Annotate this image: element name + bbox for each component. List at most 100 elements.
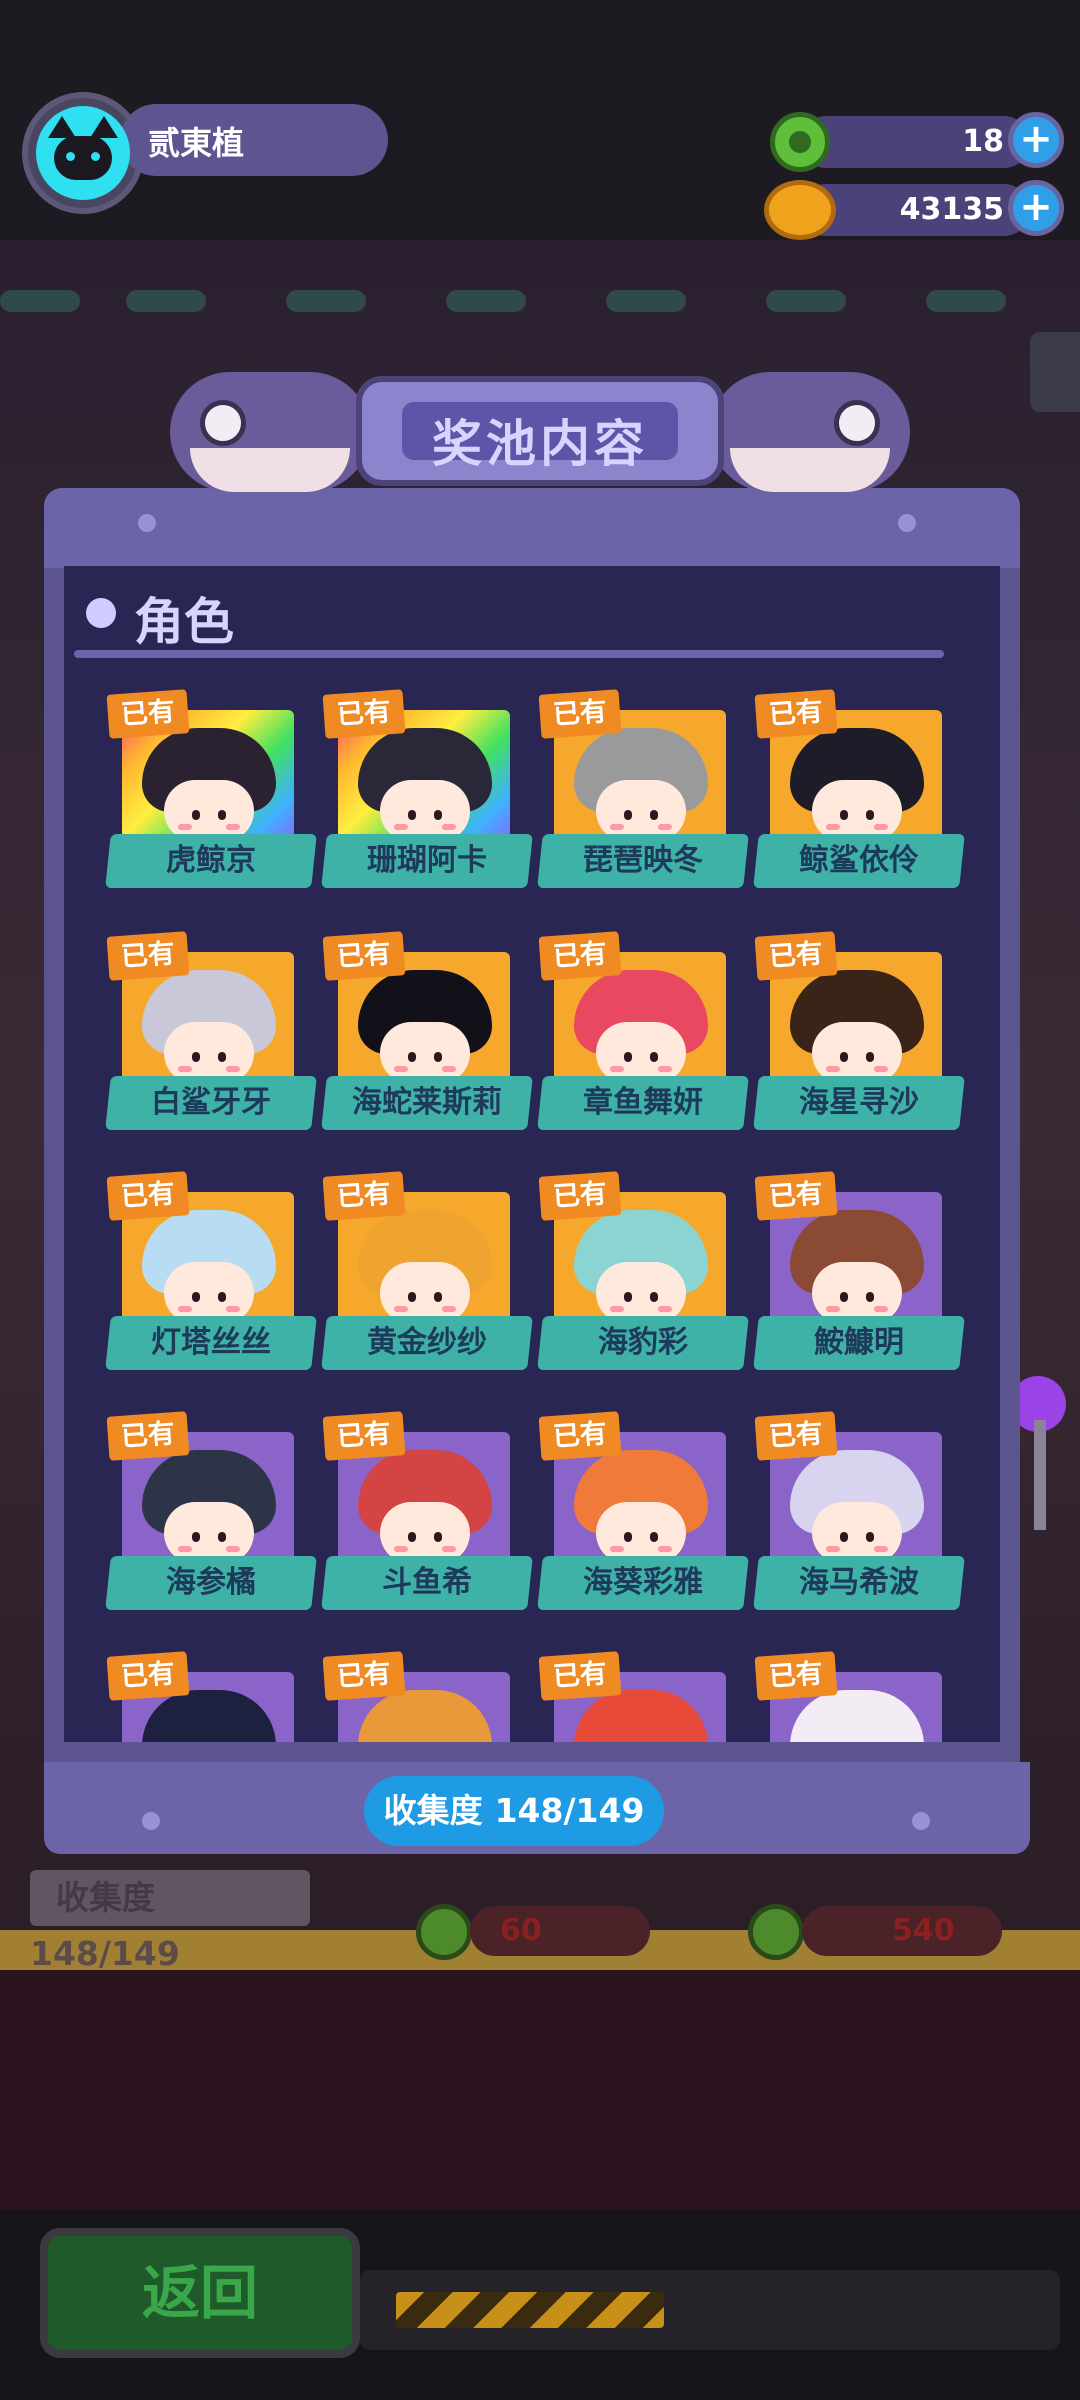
character-name-ribbon: 海葵彩雅 xyxy=(537,1556,749,1610)
character-name: 灯塔丝丝 xyxy=(151,1325,271,1360)
owned-badge: 已有 xyxy=(322,689,406,739)
character-card[interactable]: 已有珊瑚阿卡 xyxy=(321,689,533,904)
price-tag: 540 xyxy=(802,1906,1002,1956)
character-portrait xyxy=(790,1690,924,1742)
character-name: 虎鲸京 xyxy=(166,843,256,878)
character-portrait xyxy=(142,1210,276,1330)
lever-stick xyxy=(1034,1420,1046,1530)
rivet xyxy=(898,514,916,532)
character-card[interactable]: 已有鲸鲨依伶 xyxy=(753,689,965,904)
character-portrait xyxy=(574,1690,708,1742)
fish-decoration-right xyxy=(710,372,910,492)
character-name-ribbon: 鮟鱇明 xyxy=(753,1316,965,1370)
owned-badge: 已有 xyxy=(754,1411,838,1461)
owned-badge: 已有 xyxy=(754,1171,838,1221)
character-name-ribbon: 黄金纱纱 xyxy=(321,1316,533,1370)
side-tab[interactable] xyxy=(1030,332,1080,412)
character-name-ribbon: 海马希波 xyxy=(753,1556,965,1610)
gem-icon xyxy=(770,112,830,172)
character-card[interactable]: 已有 章鱼舞妍 xyxy=(537,931,749,1146)
character-portrait xyxy=(574,970,708,1090)
owned-badge: 已有 xyxy=(538,1171,622,1221)
character-card[interactable]: 已有海星寻沙 xyxy=(753,931,965,1146)
character-name-ribbon: 海豹彩 xyxy=(537,1316,749,1370)
character-card[interactable]: 已有黄金纱纱 xyxy=(321,1171,533,1386)
owned-badge: 已有 xyxy=(106,931,190,981)
character-portrait xyxy=(358,970,492,1090)
collection-progress: 收集度 148/149 xyxy=(364,1776,664,1846)
character-name: 海马希波 xyxy=(799,1565,919,1600)
character-card[interactable]: 已有 xyxy=(322,1651,518,1742)
rivet xyxy=(142,1812,160,1830)
panel-title-plate: 奖池内容 xyxy=(356,376,724,486)
character-name-ribbon: 章鱼舞妍 xyxy=(537,1076,749,1130)
character-card[interactable]: 已有白鲨牙牙 xyxy=(105,931,317,1146)
character-list[interactable]: 角色 已有 虎鲸京 已有 珊瑚阿卡 已有 琵琶映冬 已有 鲸鲨依伶 已有 白鲨牙牙 已有 海蛇莱斯莉已… xyxy=(64,566,1000,1742)
character-name-ribbon: 鲸鲨依伶 xyxy=(753,834,965,888)
owned-badge: 已有 xyxy=(538,1411,622,1461)
character-name-ribbon: 斗鱼希 xyxy=(321,1556,533,1610)
character-card[interactable]: 已有海马希波 xyxy=(753,1411,965,1626)
owned-badge: 已有 xyxy=(754,931,838,981)
character-portrait xyxy=(142,1450,276,1570)
character-grid: 已有 虎鲸京 已有 珊瑚阿卡 已有 琵琶映冬 已有 鲸鲨依伶 已有 白鲨牙牙 已有 海蛇莱斯莉 已有 章鱼… xyxy=(64,566,1000,1742)
character-card[interactable]: 已有 xyxy=(754,1651,950,1742)
character-name: 海星寻沙 xyxy=(799,1085,919,1120)
back-button[interactable]: 返回 xyxy=(40,2228,360,2358)
panel-title: 奖池内容 xyxy=(432,415,648,473)
character-card[interactable]: 已有鮟鱇明 xyxy=(753,1171,965,1386)
owned-badge: 已有 xyxy=(322,931,406,981)
avatar[interactable] xyxy=(36,106,130,200)
ceiling-lights xyxy=(0,290,1080,330)
player-name: 贰東植 xyxy=(148,124,245,162)
character-name-ribbon: 虎鲸京 xyxy=(105,834,317,888)
background-collection-label: 收集度 148/149 xyxy=(30,1870,310,1973)
character-name: 黄金纱纱 xyxy=(367,1325,487,1360)
add-gems-button[interactable]: + xyxy=(1008,112,1064,168)
character-name-ribbon: 灯塔丝丝 xyxy=(105,1316,317,1370)
character-name: 海参橘 xyxy=(166,1565,256,1600)
owned-badge: 已有 xyxy=(538,1651,622,1701)
character-name: 白鲨牙牙 xyxy=(151,1085,271,1120)
character-name: 鮟鱇明 xyxy=(814,1325,904,1360)
character-card[interactable]: 已有 海豹彩 xyxy=(537,1171,749,1386)
character-portrait xyxy=(358,1450,492,1570)
coin-icon xyxy=(764,180,836,240)
character-name-ribbon: 琵琶映冬 xyxy=(537,834,749,888)
character-name-ribbon: 海星寻沙 xyxy=(753,1076,965,1130)
owned-badge: 已有 xyxy=(106,689,190,739)
owned-badge: 已有 xyxy=(322,1171,406,1221)
character-name: 海葵彩雅 xyxy=(583,1565,703,1600)
character-name-ribbon: 珊瑚阿卡 xyxy=(321,834,533,888)
character-portrait xyxy=(142,970,276,1090)
character-card[interactable]: 已有 海蛇莱斯莉 xyxy=(321,931,533,1146)
character-card[interactable]: 已有 斗鱼希 xyxy=(321,1411,533,1626)
gem-coin-icon xyxy=(748,1904,804,1960)
character-card[interactable]: 已有 海参橘 xyxy=(105,1411,317,1626)
character-card[interactable]: 已有灯塔丝丝 xyxy=(105,1171,317,1386)
owned-badge: 已有 xyxy=(754,689,838,739)
owned-badge: 已有 xyxy=(322,1651,406,1701)
owned-badge: 已有 xyxy=(106,1171,190,1221)
character-portrait xyxy=(574,1210,708,1330)
rivet xyxy=(912,1812,930,1830)
character-portrait xyxy=(358,728,492,848)
fish-decoration-left xyxy=(170,372,370,492)
character-name: 鲸鲨依伶 xyxy=(799,843,919,878)
owned-badge: 已有 xyxy=(538,689,622,739)
character-card[interactable]: 已有 琵琶映冬 xyxy=(537,689,749,904)
coin-count: 43135 xyxy=(899,192,1004,227)
character-portrait xyxy=(790,1210,924,1330)
character-name: 珊瑚阿卡 xyxy=(367,843,487,878)
character-card[interactable]: 已有 xyxy=(538,1651,734,1742)
character-card[interactable]: 已有海葵彩雅 xyxy=(537,1411,749,1626)
character-card[interactable]: 已有 xyxy=(106,1651,302,1742)
rivet xyxy=(138,514,156,532)
character-card[interactable]: 已有虎鲸京 xyxy=(105,689,317,904)
add-coins-button[interactable]: + xyxy=(1008,180,1064,236)
character-portrait xyxy=(142,728,276,848)
back-label: 返回 xyxy=(141,2259,258,2327)
panel-header-bar xyxy=(44,488,1020,568)
character-name: 章鱼舞妍 xyxy=(583,1085,703,1120)
owned-badge: 已有 xyxy=(322,1411,406,1461)
